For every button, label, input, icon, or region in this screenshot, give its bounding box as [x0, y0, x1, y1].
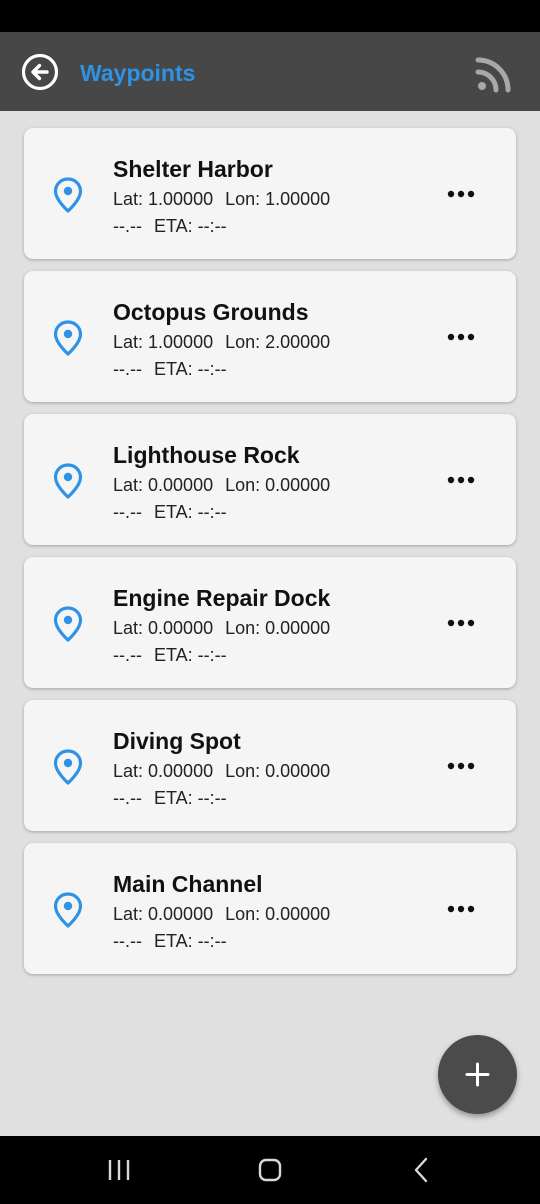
waypoint-distance: --.-- — [113, 788, 142, 808]
system-nav-bar — [0, 1136, 540, 1204]
waypoint-eta-line: --.-- ETA: --:-- — [113, 501, 227, 523]
location-pin-icon — [53, 606, 83, 642]
waypoint-name: Lighthouse Rock — [113, 442, 300, 468]
waypoint-coordinates: Lat: 0.00000 Lon: 0.00000 — [113, 903, 330, 925]
waypoint-lat: Lat: 0.00000 — [113, 904, 214, 924]
waypoint-eta-line: --.-- ETA: --:-- — [113, 787, 227, 809]
waypoint-eta-line: --.-- ETA: --:-- — [113, 358, 227, 380]
waypoint-lat: Lat: 0.00000 — [113, 618, 214, 638]
more-options-button[interactable] — [445, 325, 477, 349]
rss-feed-icon — [475, 57, 511, 93]
waypoint-eta-line: --.-- ETA: --:-- — [113, 215, 227, 237]
waypoint-coordinates: Lat: 0.00000 Lon: 0.00000 — [113, 617, 330, 639]
back-icon — [414, 1157, 428, 1183]
waypoint-distance: --.-- — [113, 502, 142, 522]
waypoint-lon: Lon: 1.00000 — [225, 189, 331, 209]
waypoint-list: Shelter Harbor Lat: 1.00000 Lon: 1.00000 … — [24, 128, 516, 986]
more-horiz-icon — [447, 190, 475, 198]
status-bar — [0, 0, 540, 32]
add-waypoint-button[interactable] — [438, 1035, 517, 1114]
back-button[interactable] — [20, 52, 60, 92]
waypoint-name: Engine Repair Dock — [113, 585, 331, 611]
more-options-button[interactable] — [445, 182, 477, 206]
more-horiz-icon — [447, 333, 475, 341]
location-pin-icon — [53, 177, 83, 213]
waypoint-lat: Lat: 0.00000 — [113, 761, 214, 781]
waypoint-distance: --.-- — [113, 359, 142, 379]
waypoint-coordinates: Lat: 1.00000 Lon: 1.00000 — [113, 188, 330, 210]
waypoint-name: Diving Spot — [113, 728, 241, 754]
waypoint-eta: ETA: --:-- — [153, 788, 227, 808]
waypoint-card[interactable]: Octopus Grounds Lat: 1.00000 Lon: 2.00000… — [24, 271, 516, 402]
waypoint-lat: Lat: 1.00000 — [113, 189, 214, 209]
more-horiz-icon — [447, 905, 475, 913]
waypoint-lon: Lon: 0.00000 — [225, 761, 331, 781]
recent-apps-icon — [108, 1160, 130, 1180]
location-pin-icon — [53, 749, 83, 785]
more-horiz-icon — [447, 619, 475, 627]
plus-icon — [465, 1062, 490, 1087]
page-title: Waypoints — [80, 60, 196, 86]
waypoint-lon: Lon: 0.00000 — [225, 475, 331, 495]
more-horiz-icon — [447, 762, 475, 770]
waypoint-eta: ETA: --:-- — [153, 216, 227, 236]
waypoint-eta-line: --.-- ETA: --:-- — [113, 644, 227, 666]
app-bar: Waypoints — [0, 32, 540, 111]
waypoint-name: Shelter Harbor — [113, 156, 273, 182]
waypoint-eta: ETA: --:-- — [153, 931, 227, 951]
more-options-button[interactable] — [445, 754, 477, 778]
waypoint-card[interactable]: Diving Spot Lat: 0.00000 Lon: 0.00000 --.… — [24, 700, 516, 831]
waypoint-lat: Lat: 0.00000 — [113, 475, 214, 495]
location-pin-icon — [53, 320, 83, 356]
more-options-button[interactable] — [445, 897, 477, 921]
waypoint-distance: --.-- — [113, 645, 142, 665]
waypoint-distance: --.-- — [113, 216, 142, 236]
waypoint-coordinates: Lat: 0.00000 Lon: 0.00000 — [113, 760, 330, 782]
waypoint-coordinates: Lat: 0.00000 Lon: 0.00000 — [113, 474, 330, 496]
more-options-button[interactable] — [445, 468, 477, 492]
system-back-button[interactable] — [406, 1156, 436, 1184]
waypoint-lon: Lon: 0.00000 — [225, 904, 331, 924]
back-arrow-circle-icon — [21, 53, 59, 91]
waypoint-card[interactable]: Lighthouse Rock Lat: 0.00000 Lon: 0.00000… — [24, 414, 516, 545]
recent-apps-button[interactable] — [104, 1156, 134, 1184]
waypoint-eta: ETA: --:-- — [153, 502, 227, 522]
rss-feed-button[interactable] — [474, 54, 514, 94]
home-button[interactable] — [255, 1156, 285, 1184]
waypoint-eta: ETA: --:-- — [153, 359, 227, 379]
home-icon — [258, 1158, 282, 1182]
waypoint-eta: ETA: --:-- — [153, 645, 227, 665]
waypoint-lon: Lon: 2.00000 — [225, 332, 331, 352]
waypoint-lon: Lon: 0.00000 — [225, 618, 331, 638]
waypoint-card[interactable]: Engine Repair Dock Lat: 0.00000 Lon: 0.00… — [24, 557, 516, 688]
waypoint-card[interactable]: Shelter Harbor Lat: 1.00000 Lon: 1.00000 … — [24, 128, 516, 259]
location-pin-icon — [53, 892, 83, 928]
location-pin-icon — [53, 463, 83, 499]
waypoint-name: Main Channel — [113, 871, 263, 897]
waypoint-eta-line: --.-- ETA: --:-- — [113, 930, 227, 952]
waypoint-lat: Lat: 1.00000 — [113, 332, 214, 352]
more-options-button[interactable] — [445, 611, 477, 635]
waypoint-name: Octopus Grounds — [113, 299, 309, 325]
waypoint-distance: --.-- — [113, 931, 142, 951]
more-horiz-icon — [447, 476, 475, 484]
waypoint-coordinates: Lat: 1.00000 Lon: 2.00000 — [113, 331, 330, 353]
waypoint-card[interactable]: Main Channel Lat: 0.00000 Lon: 0.00000 --… — [24, 843, 516, 974]
